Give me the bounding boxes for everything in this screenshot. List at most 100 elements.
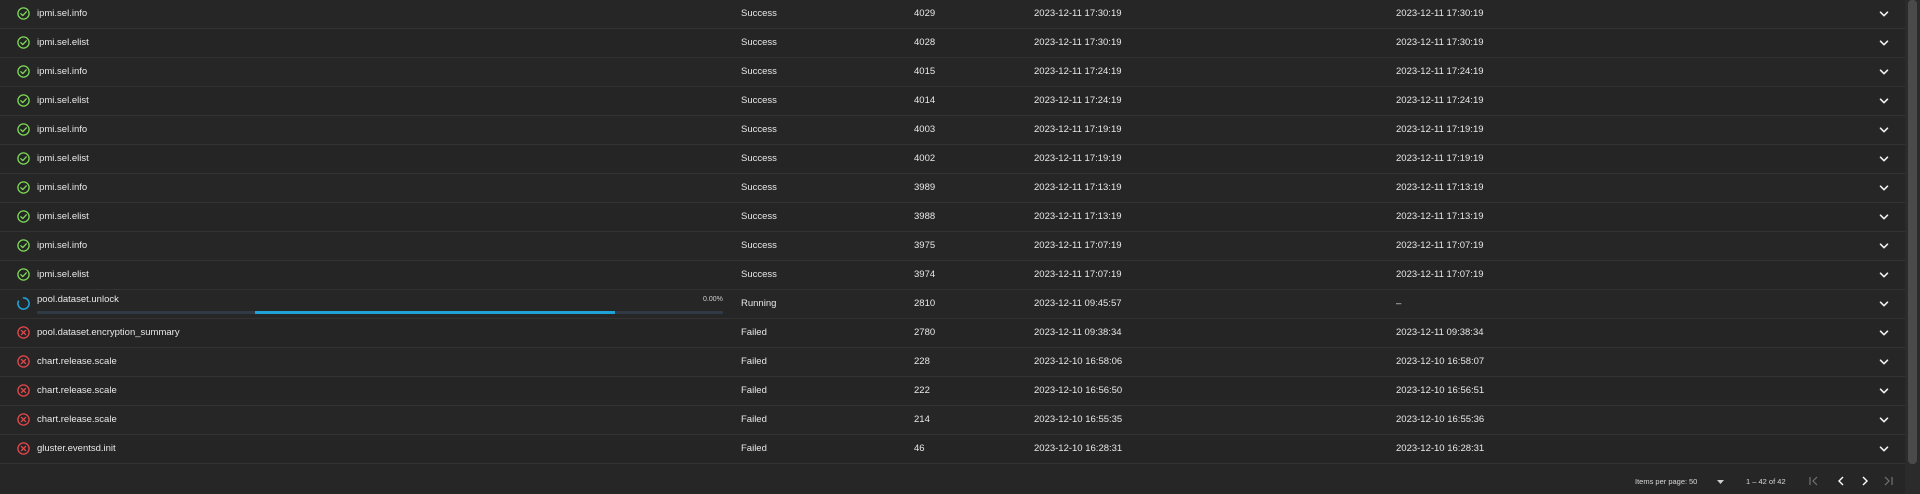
expand-chevron-icon[interactable] [1878,406,1892,434]
job-state: Failed [741,356,767,367]
job-state: Success [741,153,777,164]
job-finished: 2023-12-11 17:24:19 [1396,95,1484,106]
job-state: Success [741,37,777,48]
job-id: 46 [914,443,925,454]
table-row[interactable]: ipmi.sel.elist Success 4002 2023-12-11 17:1… [0,145,1905,174]
table-row[interactable]: ipmi.sel.elist Success 4014 2023-12-11 17:2… [0,87,1905,116]
expand-chevron-icon[interactable] [1878,232,1892,260]
first-page-icon[interactable] [1808,475,1820,489]
expand-chevron-icon[interactable] [1878,174,1892,202]
expand-chevron-icon[interactable] [1878,87,1892,115]
job-finished: 2023-12-11 17:07:19 [1396,240,1484,251]
table-row[interactable]: ipmi.sel.info Success 3989 2023-12-11 17:13… [0,174,1905,203]
job-state: Success [741,124,777,135]
job-started: 2023-12-11 09:45:57 [1034,298,1122,309]
table-row[interactable]: ipmi.sel.info Success 3975 2023-12-11 17:07… [0,232,1905,261]
job-method: chart.release.scale [37,414,117,425]
job-id: 4029 [914,8,936,19]
job-state: Success [741,95,777,106]
job-started: 2023-12-11 17:19:19 [1034,124,1122,135]
check-circle-icon [17,261,31,289]
error-circle-icon [17,319,31,347]
previous-page-icon[interactable] [1835,475,1847,489]
expand-chevron-icon[interactable] [1878,0,1892,28]
expand-chevron-icon[interactable] [1878,435,1892,463]
job-finished: 2023-12-11 17:07:19 [1396,269,1484,280]
job-method: ipmi.sel.elist [37,153,89,164]
table-row[interactable]: chart.release.scale Failed 222 2023-12-10 1… [0,377,1905,406]
expand-chevron-icon[interactable] [1878,203,1892,231]
job-started: 2023-12-11 17:30:19 [1034,8,1122,19]
job-id: 4014 [914,95,936,106]
table-row[interactable]: pool.dataset.unlock 0.00% Running 2810 2023-… [0,290,1905,319]
job-state: Success [741,8,777,19]
progress-bar-track [37,311,723,314]
job-method: chart.release.scale [37,385,117,396]
job-started: 2023-12-11 17:07:19 [1034,269,1122,280]
items-per-page-select[interactable]: 50 [1689,477,1697,486]
job-state: Failed [741,414,767,425]
job-state: Success [741,240,777,251]
table-row[interactable]: ipmi.sel.info Success 4003 2023-12-11 17:19… [0,116,1905,145]
job-started: 2023-12-10 16:56:50 [1034,385,1123,396]
expand-chevron-icon[interactable] [1878,145,1892,173]
job-id: 3989 [914,182,936,193]
job-method: ipmi.sel.elist [37,95,89,106]
job-finished: 2023-12-11 17:30:19 [1396,8,1484,19]
table-row[interactable]: chart.release.scale Failed 228 2023-12-10 1… [0,348,1905,377]
error-circle-icon [17,406,31,434]
job-finished: 2023-12-11 17:19:19 [1396,124,1484,135]
job-id: 4002 [914,153,936,164]
expand-chevron-icon[interactable] [1878,290,1892,318]
expand-chevron-icon[interactable] [1878,261,1892,289]
page-range-label: 1 – 42 of 42 [1746,477,1786,486]
progress-percent: 0.00% [703,296,723,303]
job-id: 4028 [914,37,936,48]
job-started: 2023-12-10 16:55:35 [1034,414,1123,425]
next-page-icon[interactable] [1859,475,1871,489]
expand-chevron-icon[interactable] [1878,319,1892,347]
job-state: Success [741,269,777,280]
job-method: ipmi.sel.elist [37,37,89,48]
table-row[interactable]: ipmi.sel.elist Success 4028 2023-12-11 17:3… [0,29,1905,58]
job-finished: 2023-12-11 17:30:19 [1396,37,1484,48]
expand-chevron-icon[interactable] [1878,377,1892,405]
table-row[interactable]: chart.release.scale Failed 214 2023-12-10 1… [0,406,1905,435]
scrollbar-thumb[interactable] [1908,0,1917,464]
expand-chevron-icon[interactable] [1878,58,1892,86]
table-row[interactable]: ipmi.sel.info Success 4015 2023-12-11 17:24… [0,58,1905,87]
spinner-icon [17,290,31,318]
job-method: ipmi.sel.info [37,124,88,135]
expand-chevron-icon[interactable] [1878,116,1892,144]
expand-chevron-icon[interactable] [1878,29,1892,57]
job-finished: 2023-12-11 17:19:19 [1396,153,1484,164]
table-row[interactable]: ipmi.sel.elist Success 3988 2023-12-11 17:1… [0,203,1905,232]
job-id: 2810 [914,298,936,309]
job-id: 3974 [914,269,936,280]
progress-bar-indeterminate [255,311,615,314]
job-state: Success [741,66,777,77]
vertical-scrollbar[interactable] [1905,0,1920,494]
job-finished: 2023-12-10 16:55:36 [1396,414,1485,425]
job-state: Failed [741,443,767,454]
job-method: ipmi.sel.info [37,66,88,77]
dropdown-arrow-icon[interactable] [1717,478,1724,487]
check-circle-icon [17,87,31,115]
job-id: 4015 [914,66,936,77]
job-method: ipmi.sel.info [37,8,88,19]
error-circle-icon [17,348,31,376]
error-circle-icon [17,435,31,463]
expand-chevron-icon[interactable] [1878,348,1892,376]
check-circle-icon [17,145,31,173]
table-row[interactable]: gluster.eventsd.init Failed 46 2023-12-10 1… [0,435,1905,464]
last-page-icon[interactable] [1882,475,1894,489]
job-finished: 2023-12-11 09:38:34 [1396,327,1484,338]
job-finished: 2023-12-10 16:56:51 [1396,385,1485,396]
table-row[interactable]: ipmi.sel.info Success 4029 2023-12-11 17:30… [0,0,1905,29]
error-circle-icon [17,377,31,405]
job-started: 2023-12-11 09:38:34 [1034,327,1122,338]
job-id: 2780 [914,327,936,338]
table-row[interactable]: ipmi.sel.elist Success 3974 2023-12-11 17:0… [0,261,1905,290]
job-started: 2023-12-11 17:24:19 [1034,95,1122,106]
table-row[interactable]: pool.dataset.encryption_summary Failed 278… [0,319,1905,348]
